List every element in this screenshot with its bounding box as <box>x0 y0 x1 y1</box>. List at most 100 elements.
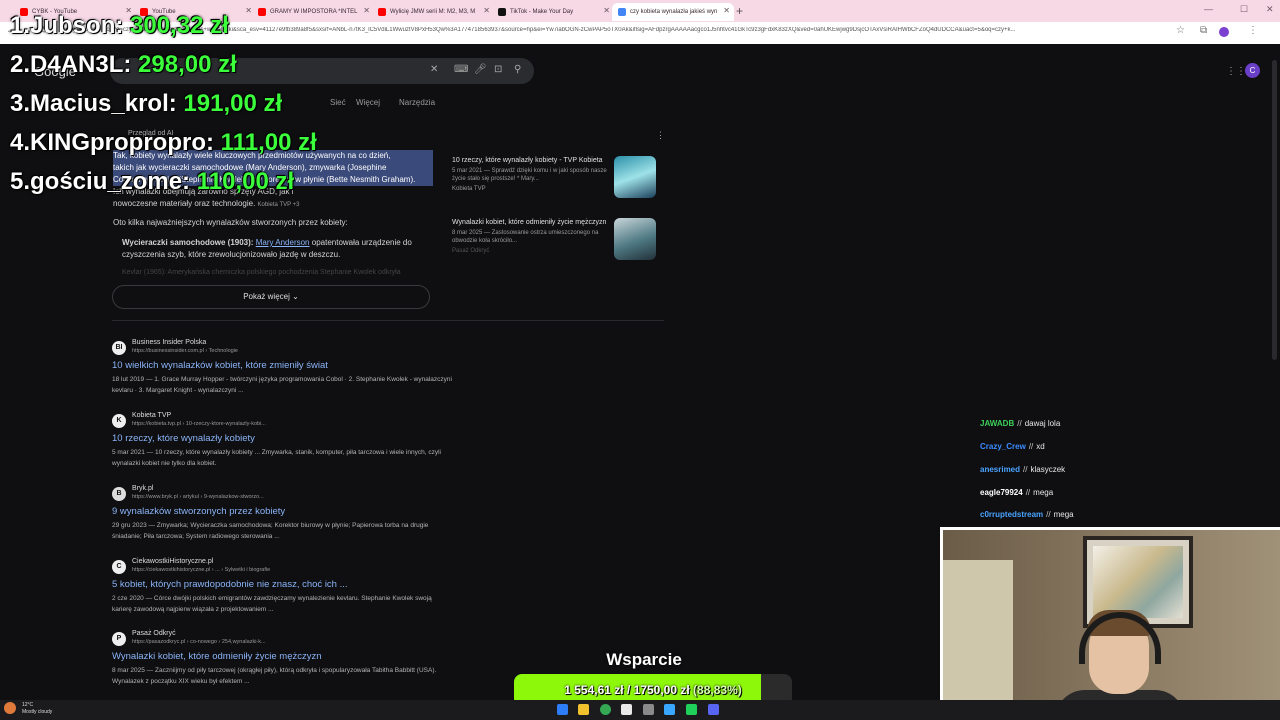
leaderboard-entry: 2.D4AN3L: 298,00 zł <box>10 51 237 79</box>
profile-avatar[interactable] <box>1219 27 1229 37</box>
chat-username[interactable]: c0rruptedstream <box>980 510 1043 519</box>
chat-message: c0rruptedstream//mega <box>980 510 1074 519</box>
side-card-source: Pasaż Odkryć <box>452 248 490 254</box>
browser-tab[interactable]: TikTok - Make Your Day ✕ <box>492 3 614 21</box>
keyboard-icon[interactable]: ⌨ <box>454 64 468 75</box>
lens-icon[interactable]: ⊡ <box>494 64 502 75</box>
tab-favicon <box>498 8 506 16</box>
result-snippet: 2 cze 2020 — Córce dwójki polskich emigr… <box>112 595 432 613</box>
donation-amount: 110,00 zł <box>196 168 295 195</box>
chat-username[interactable]: anesrimed <box>980 465 1020 474</box>
result-url: https://ciekawostkihistoryczne.pl › ... … <box>132 567 271 573</box>
close-window-icon[interactable]: ✕ <box>1266 4 1274 15</box>
browser-tab[interactable]: czy kobieta wynalazła jakieś wyn ✕ <box>612 3 734 21</box>
side-card-title: 10 rzeczy, które wynalazły kobiety - TVP… <box>452 157 603 164</box>
goal-title: Wsparcie <box>606 650 682 669</box>
leaderboard-entry: 3.Macius_krol: 191,00 zł <box>10 90 282 118</box>
apps-grid-icon[interactable]: ⋮⋮ <box>1226 66 1246 77</box>
chat-message: Crazy_Crew//xd <box>980 442 1045 451</box>
chat-message: JAWADB//dawaj lola <box>980 419 1060 428</box>
result-site: Kobieta TVP <box>132 412 172 419</box>
ai-bullet-line2: czyszczenia szyb, które zrewolucjonizowa… <box>122 250 341 259</box>
close-tab-icon[interactable]: ✕ <box>603 6 610 15</box>
tab-label: Wylicię JMW serii M: M2, M3, M <box>390 9 476 15</box>
ai-side-card[interactable]: 10 rzeczy, które wynalazły kobiety - TVP… <box>452 156 658 208</box>
maximize-icon[interactable]: ☐ <box>1240 4 1248 15</box>
start-icon[interactable] <box>557 704 568 715</box>
result-snippet: 18 lut 2019 — 1. Grace Murray Hopper - t… <box>112 376 452 394</box>
section-divider <box>112 320 664 321</box>
close-tab-icon[interactable]: ✕ <box>363 6 370 15</box>
voice-search-icon[interactable]: 🎤︎ <box>474 64 487 75</box>
chat-username[interactable]: JAWADB <box>980 419 1014 428</box>
ai-bullet: Wycieraczki samochodowe (1903): Mary And… <box>122 237 432 261</box>
chat-separator: // <box>1017 419 1022 428</box>
browser-tab[interactable]: Wylicię JMW serii M: M2, M3, M ✕ <box>372 3 494 21</box>
side-card-image <box>614 218 656 260</box>
close-tab-icon[interactable]: ✕ <box>723 6 730 15</box>
result-title-link[interactable]: 5 kobiet, których prawdopodobnie nie zna… <box>112 579 348 590</box>
minimize-icon[interactable]: — <box>1204 4 1213 14</box>
result-title-link[interactable]: 9 wynalazków stworzonych przez kobiety <box>112 506 285 517</box>
ai-source-chip[interactable]: Kobieta TVP +3 <box>258 202 300 208</box>
show-more-label: Pokaż więcej <box>243 292 290 301</box>
result-title-link[interactable]: 10 wielkich wynalazków kobiet, które zmi… <box>112 360 328 371</box>
ai-line: nowoczesne materiały oraz technologie. <box>113 199 256 208</box>
ai-bullet-link[interactable]: Mary Anderson <box>256 238 310 247</box>
tab-label: TikTok - Make Your Day <box>510 9 574 15</box>
taskbar-app-icon[interactable] <box>643 704 654 715</box>
weather-temp: 12°C <box>22 702 34 708</box>
clear-search-icon[interactable]: ✕ <box>430 64 438 75</box>
tab-favicon <box>618 8 626 16</box>
menu-kebab-icon[interactable]: ⋮ <box>1248 25 1258 36</box>
taskbar-app-icon[interactable] <box>664 704 675 715</box>
discord-icon[interactable] <box>708 704 719 715</box>
tab-narzedzia[interactable]: Narzędzia <box>399 98 435 107</box>
tab-siec[interactable]: Sieć <box>330 98 346 107</box>
goal-target: 1750,00 zł <box>633 683 690 697</box>
donation-amount: 300,32 zł <box>130 12 229 39</box>
bookmark-star-icon[interactable]: ☆ <box>1176 25 1185 36</box>
tab-wiecej[interactable]: Więcej <box>356 98 380 107</box>
goal-separator: / <box>626 683 631 697</box>
ai-overview-menu-icon[interactable]: ⋮ <box>656 130 665 141</box>
taskbar-app-icon[interactable] <box>686 704 697 715</box>
tab-label: czy kobieta wynalazła jakieś wyn <box>630 9 718 15</box>
new-tab-button[interactable]: + <box>736 4 743 18</box>
show-more-button[interactable]: Pokaż więcej ⌄ <box>112 285 430 309</box>
tab-label: GRAMY W IMPOSTORA *INTEL <box>270 9 358 15</box>
extensions-icon[interactable]: ⧉ <box>1200 25 1207 36</box>
file-explorer-icon[interactable] <box>578 704 589 715</box>
side-card-image <box>614 156 656 198</box>
chat-username[interactable]: Crazy_Crew <box>980 442 1026 451</box>
result-title-link[interactable]: 10 rzeczy, które wynalazły kobiety <box>112 433 255 444</box>
side-card-snippet: 5 mar 2021 — Sprawdź dzięki komu i w jak… <box>452 168 607 182</box>
donor-name: Macius_krol: <box>30 90 177 117</box>
taskbar-app-icon[interactable] <box>621 704 632 715</box>
result-site: Business Insider Polska <box>132 339 207 346</box>
donor-name: gościu_zome: <box>30 168 191 195</box>
browser-tab[interactable]: GRAMY W IMPOSTORA *INTEL ✕ <box>252 3 374 21</box>
weather-widget[interactable]: 12°C Mostly cloudy <box>22 702 52 716</box>
windows-taskbar <box>0 700 1280 720</box>
site-favicon: BI <box>112 341 126 355</box>
weather-icon[interactable] <box>4 702 16 714</box>
rank: 2. <box>10 51 31 78</box>
donation-amount: 191,00 zł <box>183 90 283 117</box>
weather-desc: Mostly cloudy <box>22 709 53 715</box>
ai-side-card[interactable]: Wynalazki kobiet, które odmieniły życie … <box>452 218 658 270</box>
result-url: https://businessinsider.com.pl › Technol… <box>132 348 238 354</box>
close-tab-icon[interactable]: ✕ <box>245 6 252 15</box>
chat-text: mega <box>1053 510 1074 519</box>
rank: 4. <box>10 129 31 156</box>
chrome-icon[interactable] <box>600 704 611 715</box>
donor-name: KINGpropropro: <box>30 129 214 156</box>
ai-faded-text: Kevlar (1965): Amerykańska chemiczka pol… <box>122 269 401 276</box>
chat-username[interactable]: eagle79924 <box>980 488 1023 497</box>
page-scrollbar[interactable] <box>1272 60 1277 360</box>
close-tab-icon[interactable]: ✕ <box>483 6 490 15</box>
account-avatar[interactable]: C <box>1245 63 1260 78</box>
search-icon[interactable]: ⚲ <box>514 64 521 75</box>
result-title-link[interactable]: Wynalazki kobiet, które odmieniły życie … <box>112 651 322 662</box>
site-favicon: P <box>112 632 126 646</box>
